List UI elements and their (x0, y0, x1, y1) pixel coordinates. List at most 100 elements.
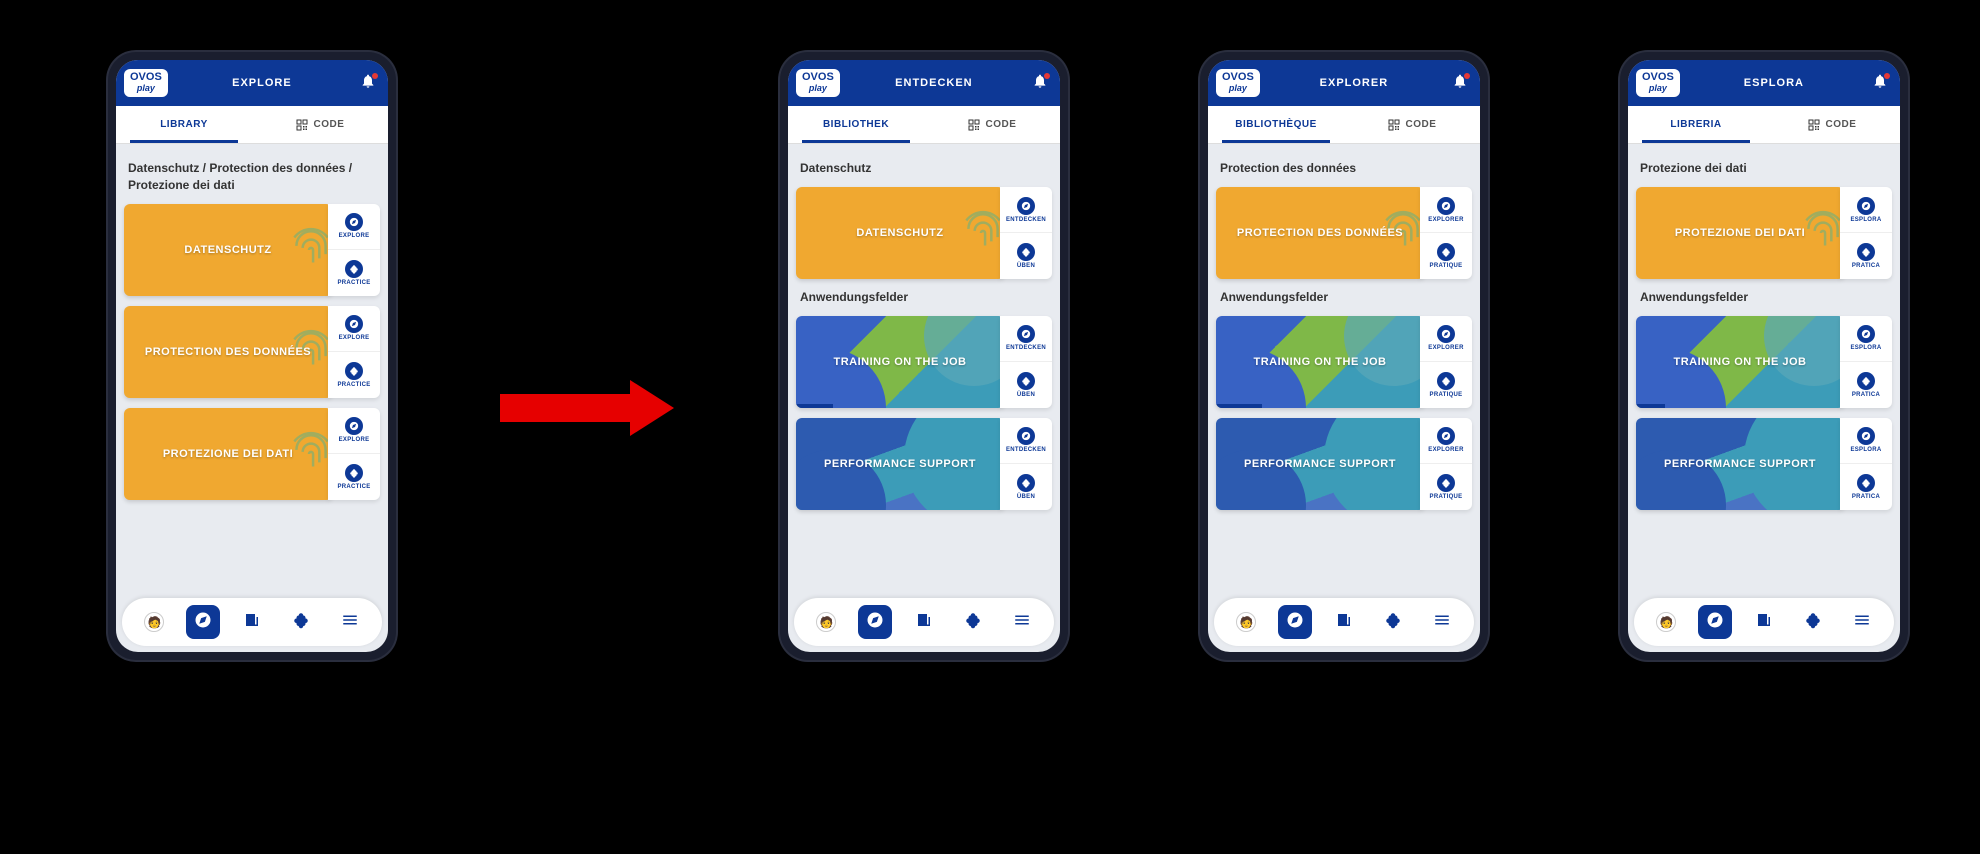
course-card[interactable]: DATENSCHUTZ (796, 187, 1004, 279)
notifications-button[interactable] (1868, 71, 1892, 95)
compass-icon (1437, 325, 1455, 343)
explore-button[interactable]: EXPLORER (1420, 187, 1472, 234)
course-card[interactable]: TRAINING ON THE JOB (1216, 316, 1424, 408)
explore-button[interactable]: EXPLORE (328, 408, 380, 455)
tab-code[interactable]: CODE (1764, 106, 1900, 143)
notifications-button[interactable] (1448, 71, 1472, 95)
fingerprint-icon (958, 208, 1004, 258)
practice-button[interactable]: ÜBEN (1000, 362, 1052, 408)
practice-button[interactable]: PRACTICE (328, 352, 380, 398)
nav-explore[interactable] (186, 605, 220, 639)
nav-practice[interactable] (956, 605, 990, 639)
nav-profile[interactable]: 🧑 (1229, 605, 1263, 639)
practice-button[interactable]: ÜBEN (1000, 464, 1052, 510)
course-card[interactable]: PERFORMANCE SUPPORT (1216, 418, 1424, 510)
brand-logo[interactable]: OVOSplay (1216, 69, 1260, 97)
nav-news[interactable] (1327, 605, 1361, 639)
bottom-nav: 🧑 (1214, 598, 1474, 646)
compass-icon (1286, 611, 1304, 634)
notifications-button[interactable] (356, 71, 380, 95)
tabs-bar: BIBLIOTHEK CODE (788, 106, 1060, 144)
card-title: PERFORMANCE SUPPORT (1236, 458, 1404, 470)
explore-button[interactable]: ESPLORA (1840, 187, 1892, 234)
tab-code[interactable]: CODE (252, 106, 388, 143)
content-area[interactable]: Protection des donnéesPROTECTION DES DON… (1208, 144, 1480, 592)
tab-library[interactable]: BIBLIOTHÈQUE (1208, 106, 1344, 143)
phone-mockup-en: OVOSplay EXPLORE LIBRARYCODEDatenschutz / … (108, 52, 396, 660)
explore-button[interactable]: ENTDECKEN (1000, 187, 1052, 234)
practice-button[interactable]: PRATIQUE (1420, 362, 1472, 408)
nav-profile[interactable]: 🧑 (809, 605, 843, 639)
card-title: PROTEZIONE DEI DATI (1667, 227, 1813, 239)
course-card[interactable]: DATENSCHUTZ (124, 204, 332, 296)
course-card[interactable]: PROTEZIONE DEI DATI (1636, 187, 1844, 279)
practice-button[interactable]: PRATIQUE (1420, 233, 1472, 279)
course-card[interactable]: PERFORMANCE SUPPORT (796, 418, 1004, 510)
brand-logo[interactable]: OVOSplay (796, 69, 840, 97)
nav-news[interactable] (235, 605, 269, 639)
tab-code[interactable]: CODE (924, 106, 1060, 143)
nav-explore[interactable] (1278, 605, 1312, 639)
nav-practice[interactable] (1376, 605, 1410, 639)
practice-label: PRATICA (1852, 263, 1880, 269)
section-title: Anwendungsfelder (1640, 289, 1888, 306)
card-row: PERFORMANCE SUPPORT EXPLORERPRATIQUE (1216, 418, 1472, 510)
nav-practice[interactable] (1796, 605, 1830, 639)
nav-menu[interactable] (1425, 605, 1459, 639)
brain-icon (964, 611, 982, 634)
app-screen: OVOSplay EXPLORER BIBLIOTHÈQUECODEProtecti… (1208, 60, 1480, 652)
practice-label: PRATICA (1852, 392, 1880, 398)
nav-profile[interactable]: 🧑 (137, 605, 171, 639)
nav-menu[interactable] (1005, 605, 1039, 639)
nav-news[interactable] (907, 605, 941, 639)
avatar-icon: 🧑 (816, 612, 836, 632)
nav-news[interactable] (1747, 605, 1781, 639)
tab-library[interactable]: LIBRERIA (1628, 106, 1764, 143)
practice-button[interactable]: PRATICA (1840, 464, 1892, 510)
practice-button[interactable]: PRATIQUE (1420, 464, 1472, 510)
course-card[interactable]: TRAINING ON THE JOB (1636, 316, 1844, 408)
nav-explore[interactable] (858, 605, 892, 639)
nav-practice[interactable] (284, 605, 318, 639)
course-card[interactable]: PROTEZIONE DEI DATI (124, 408, 332, 500)
brand-logo[interactable]: OVOSplay (1636, 69, 1680, 97)
notification-dot-icon (1044, 73, 1050, 79)
news-icon (1755, 611, 1773, 634)
practice-button[interactable]: PRATICA (1840, 233, 1892, 279)
tab-code[interactable]: CODE (1344, 106, 1480, 143)
explore-button[interactable]: ENTDECKEN (1000, 418, 1052, 465)
explore-button[interactable]: ESPLORA (1840, 418, 1892, 465)
card-actions: EXPLOREPRACTICE (328, 408, 380, 500)
practice-button[interactable]: PRATICA (1840, 362, 1892, 408)
content-area[interactable]: Datenschutz / Protection des données / P… (116, 144, 388, 592)
nav-explore[interactable] (1698, 605, 1732, 639)
practice-button[interactable]: PRACTICE (328, 454, 380, 500)
brain-icon (1804, 611, 1822, 634)
explore-button[interactable]: EXPLORER (1420, 418, 1472, 465)
nav-menu[interactable] (333, 605, 367, 639)
explore-button[interactable]: EXPLORE (328, 204, 380, 251)
content-area[interactable]: Protezione dei datiPROTEZIONE DEI DATIES… (1628, 144, 1900, 592)
practice-button[interactable]: PRACTICE (328, 250, 380, 296)
brand-sub: play (1649, 83, 1667, 93)
tab-library[interactable]: LIBRARY (116, 106, 252, 143)
menu-icon (1013, 611, 1031, 634)
compass-icon (1017, 197, 1035, 215)
practice-button[interactable]: ÜBEN (1000, 233, 1052, 279)
content-area[interactable]: DatenschutzDATENSCHUTZENTDECKENÜBENAnwen… (788, 144, 1060, 592)
nav-menu[interactable] (1845, 605, 1879, 639)
nav-profile[interactable]: 🧑 (1649, 605, 1683, 639)
course-card[interactable]: TRAINING ON THE JOB (796, 316, 1004, 408)
notifications-button[interactable] (1028, 71, 1052, 95)
brand-logo[interactable]: OVOSplay (124, 69, 168, 97)
explore-button[interactable]: ENTDECKEN (1000, 316, 1052, 363)
course-card[interactable]: PROTECTION DES DONNÉES (124, 306, 332, 398)
course-card[interactable]: PERFORMANCE SUPPORT (1636, 418, 1844, 510)
explore-button[interactable]: ESPLORA (1840, 316, 1892, 363)
tab-library-label: BIBLIOTHEK (823, 119, 889, 130)
tab-library[interactable]: BIBLIOTHEK (788, 106, 924, 143)
explore-button[interactable]: EXPLORE (328, 306, 380, 353)
course-card[interactable]: PROTECTION DES DONNÉES (1216, 187, 1424, 279)
explore-button[interactable]: EXPLORER (1420, 316, 1472, 363)
card-actions: EXPLORERPRATIQUE (1420, 316, 1472, 408)
